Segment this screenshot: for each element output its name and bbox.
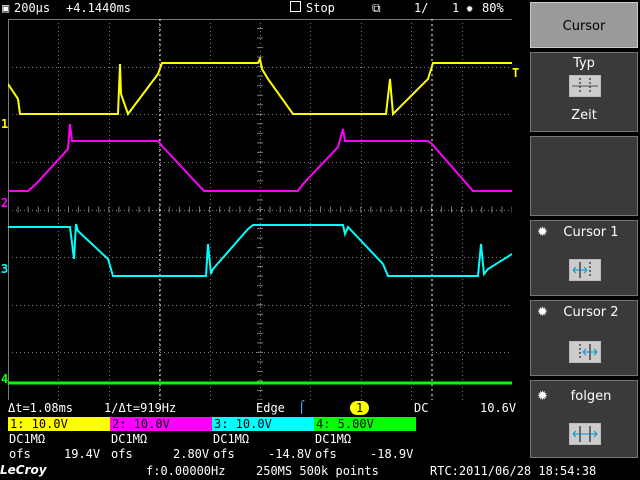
stop-icon [290, 1, 301, 15]
channel-1-offset: 19.4V [64, 447, 101, 461]
menu-typ-button[interactable]: Typ Zeit [530, 52, 638, 132]
rtc-clock: RTC:2011/06/28 18:54:38 [430, 464, 597, 478]
channel-3-coupling: DC1MΩ [213, 432, 250, 446]
channel-2-coupling: DC1MΩ [111, 432, 148, 446]
run-state[interactable]: Stop [306, 1, 335, 15]
status-bar: ▣ 200µs +4.1440ms Stop ⧉ 1/ 1 ✹ 80% [0, 0, 528, 18]
inverse-delta-t: 1/Δt=919Hz [104, 401, 177, 415]
channel-3-ofs-label: ofs [213, 447, 235, 461]
run-icon: ▣ [2, 1, 10, 15]
menu-follow-button[interactable]: ✹ folgen [530, 380, 638, 458]
battery-level: 80% [482, 1, 504, 15]
follow-cursors-icon [569, 423, 601, 445]
cursor2-label: Cursor 2 [563, 305, 619, 320]
cursor1-label: Cursor 1 [563, 225, 619, 240]
cursor2-move-icon [569, 341, 601, 363]
follow-label: folgen [570, 389, 612, 404]
menu-cursor1-button[interactable]: ✹ Cursor 1 [530, 220, 638, 296]
trigger-channel-badge: 1 [350, 401, 370, 415]
channel-4-coupling: DC1MΩ [315, 432, 352, 446]
channel-4-ofs-label: ofs [315, 447, 337, 461]
delay: +4.1440ms [66, 1, 132, 15]
sample-rate: 250MS 500k points [256, 464, 379, 478]
channel-4-label[interactable]: 4: 5.00V [314, 417, 416, 431]
menu-empty-slot [530, 136, 638, 216]
waveform-display [8, 19, 512, 400]
channel-2-offset: 2.80V [173, 447, 210, 461]
trigger-level: 10.6V [480, 401, 517, 415]
channel-1-label[interactable]: 1: 10.0V [8, 417, 110, 431]
channel-1-coupling: DC1MΩ [9, 432, 46, 446]
side-menu: Cursor Typ Zeit ✹ Cursor 1 ✹ Cursor 2 ✹ … [528, 0, 640, 480]
time-cursor-icon [569, 75, 601, 97]
page-number: 1/ [414, 1, 429, 15]
typ-value: Zeit [571, 108, 597, 123]
menu-title-label: Cursor [562, 19, 606, 34]
gear-icon: ✹ [466, 1, 474, 15]
brand-logo: LeCroy [0, 463, 47, 477]
trigger-coupling: DC [414, 401, 429, 415]
trigger-type: Edge [256, 401, 285, 415]
menu-cursor2-button[interactable]: ✹ Cursor 2 [530, 300, 638, 376]
timebase: 200µs [14, 1, 51, 15]
trigger-level-marker: T [512, 66, 520, 80]
channel-3-marker: 3 [1, 262, 9, 276]
channel-3-offset: -14.8V [268, 447, 312, 461]
rising-edge-icon: ⌠ [298, 400, 306, 414]
typ-label: Typ [573, 56, 595, 71]
info-panel: Δt=1.08ms 1/Δt=919Hz Edge ⌠ 1 DC 10.6V 1… [0, 400, 596, 480]
graticule-grid [8, 19, 512, 400]
delta-t: Δt=1.08ms [8, 401, 74, 415]
frequency-readout: f:0.00000Hz [146, 464, 226, 478]
channel-1-marker: 1 [1, 117, 9, 131]
cursor1-move-icon [569, 259, 601, 281]
channel-4-marker: 4 [1, 372, 9, 386]
channel-2-ofs-label: ofs [111, 447, 133, 461]
menu-cursor-title[interactable]: Cursor [530, 2, 638, 48]
channel-1-ofs-label: ofs [9, 447, 31, 461]
page-total: 1 [452, 1, 460, 15]
history-icon: ⧉ [372, 1, 381, 15]
channel-4-offset: -18.9V [370, 447, 414, 461]
channel-3-label[interactable]: 3: 10.0V [212, 417, 314, 431]
channel-2-label[interactable]: 2: 10.0V [110, 417, 212, 431]
channel-2-marker: 2 [1, 196, 9, 210]
